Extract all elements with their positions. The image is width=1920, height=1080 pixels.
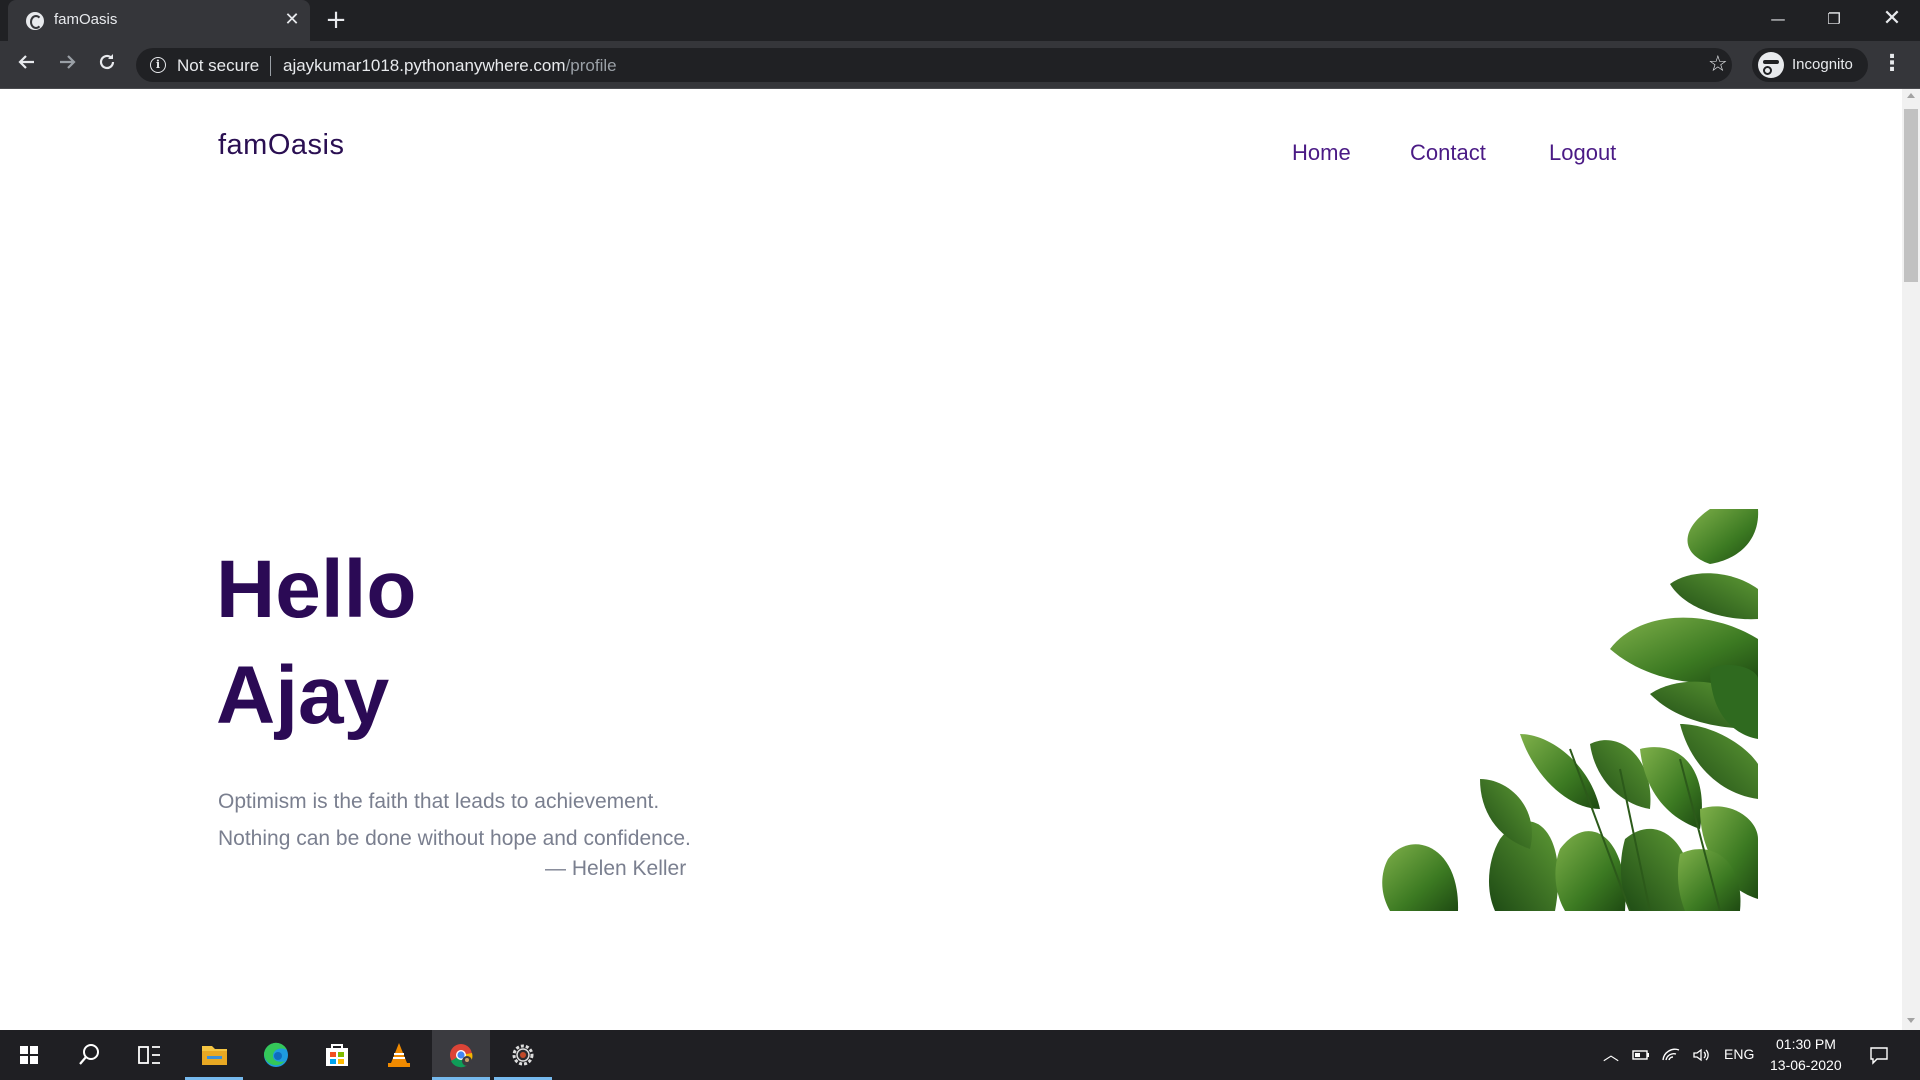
task-view-icon[interactable]	[120, 1030, 178, 1080]
chrome-icon[interactable]	[432, 1030, 490, 1080]
bookmark-star-icon[interactable]: ☆	[1708, 52, 1728, 77]
store-icon[interactable]	[308, 1030, 366, 1080]
new-tab-button[interactable]: +	[322, 7, 350, 35]
greeting-line-1: Hello	[216, 544, 417, 635]
url-separator	[270, 56, 271, 76]
minimize-button[interactable]: —	[1750, 0, 1806, 41]
back-arrow-icon[interactable]	[12, 51, 42, 81]
nav-contact-link[interactable]: Contact	[1410, 140, 1486, 166]
nav-logout-link[interactable]: Logout	[1549, 140, 1616, 166]
browser-toolbar: i Not secure ajaykumar1018.pythonanywher…	[0, 41, 1920, 89]
browser-tab[interactable]: famOasis ✕	[8, 0, 310, 41]
clock-time[interactable]: 01:30 PM	[1776, 1036, 1836, 1052]
nav-home-link[interactable]: Home	[1292, 140, 1351, 166]
vlc-icon[interactable]	[370, 1030, 428, 1080]
scroll-up-arrow-icon[interactable]	[1907, 93, 1915, 98]
incognito-icon	[1758, 52, 1784, 78]
windows-taskbar: ︿ ENG 01:30 PM 13-06-2020	[0, 1030, 1920, 1080]
edge-icon[interactable]	[247, 1030, 305, 1080]
page-viewport: famOasis Home Contact Logout Hello Ajay …	[0, 89, 1902, 1030]
quote-line-2: Nothing can be done without hope and con…	[218, 827, 691, 850]
address-bar[interactable]: i Not secure ajaykumar1018.pythonanywher…	[136, 48, 1732, 82]
page-scrollbar[interactable]	[1902, 89, 1920, 1030]
volume-icon[interactable]	[1690, 1044, 1712, 1066]
scroll-down-arrow-icon[interactable]	[1907, 1018, 1915, 1023]
language-indicator[interactable]: ENG	[1724, 1046, 1754, 1062]
wifi-icon[interactable]	[1660, 1044, 1682, 1066]
browser-menu-icon[interactable]: ⋮	[1880, 49, 1904, 81]
info-icon[interactable]: i	[150, 57, 166, 73]
site-brand[interactable]: famOasis	[218, 129, 344, 162]
plant-leaves-image	[1380, 509, 1760, 911]
globe-icon	[26, 12, 44, 30]
clock-date[interactable]: 13-06-2020	[1770, 1057, 1842, 1073]
quote-line-1: Optimism is the faith that leads to achi…	[218, 790, 660, 813]
greeting-user-name: Ajay	[216, 650, 390, 741]
url-text[interactable]: ajaykumar1018.pythonanywhere.com/profile	[283, 56, 617, 76]
settings-icon[interactable]	[494, 1030, 552, 1080]
reload-icon[interactable]	[92, 51, 122, 81]
greeting-heading: Hello Ajay	[216, 537, 416, 749]
quote-text: Optimism is the faith that leads to achi…	[218, 783, 691, 857]
incognito-profile-button[interactable]: Incognito	[1752, 48, 1868, 82]
restore-button[interactable]: ❐	[1806, 0, 1862, 41]
tab-close-icon[interactable]: ✕	[280, 8, 304, 32]
url-domain: ajaykumar1018.pythonanywhere.com	[283, 56, 566, 75]
notification-icon[interactable]	[1868, 1044, 1890, 1066]
file-explorer-icon[interactable]	[185, 1030, 243, 1080]
search-icon[interactable]	[60, 1030, 118, 1080]
browser-titlebar: famOasis ✕ + — ❐ ✕	[0, 0, 1920, 41]
quote-author: — Helen Keller	[545, 857, 687, 880]
windows-start-icon[interactable]	[0, 1030, 58, 1080]
battery-icon[interactable]	[1630, 1044, 1652, 1066]
chevron-up-icon[interactable]: ︿	[1600, 1044, 1622, 1066]
tab-title: famOasis	[54, 11, 118, 28]
security-label[interactable]: Not secure	[177, 56, 259, 76]
close-window-button[interactable]: ✕	[1864, 0, 1920, 41]
url-path: /profile	[565, 56, 617, 75]
forward-arrow-icon[interactable]	[52, 51, 82, 81]
scroll-thumb[interactable]	[1904, 109, 1918, 282]
incognito-label: Incognito	[1792, 56, 1853, 73]
